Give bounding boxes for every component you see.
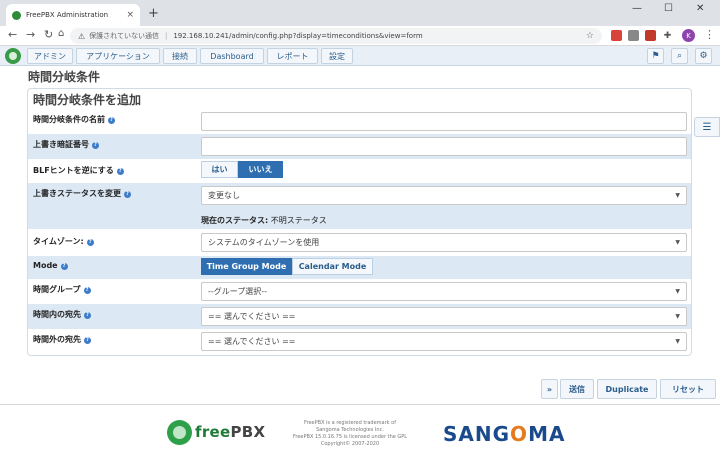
name-input[interactable]: [201, 112, 687, 131]
menu-connectivity[interactable]: 接続: [163, 48, 197, 64]
menu-dashboard[interactable]: Dashboard: [200, 48, 264, 64]
name-row: 時間分岐条件の名前?: [28, 109, 691, 134]
extension-c-icon[interactable]: [645, 30, 656, 41]
chevron-down-icon: ▼: [675, 338, 680, 345]
address-bar[interactable]: ⚠ 保護されていない通信 | 192.168.10.241/admin/conf…: [70, 28, 602, 44]
chevron-down-icon: ▼: [675, 192, 680, 199]
help-icon[interactable]: ?: [108, 117, 115, 124]
tab-close-icon[interactable]: ×: [126, 10, 134, 20]
browser-tab[interactable]: FreePBX Administration ×: [6, 4, 140, 26]
calendar-mode-toggle[interactable]: Calendar Mode: [292, 258, 373, 275]
sangoma-logo: SANGOMA: [443, 422, 566, 446]
override-code-row: 上書き暗証番号?: [28, 134, 691, 159]
maximize-button[interactable]: ☐: [664, 3, 673, 14]
override-code-label: 上書き暗証番号?: [33, 139, 99, 150]
profile-avatar[interactable]: K: [682, 29, 695, 42]
warning-icon: ⚠: [78, 31, 86, 41]
freepbx-logo-icon: [167, 420, 192, 445]
chevron-down-icon: ▼: [675, 288, 680, 295]
current-status: 現在のステータス: 不明ステータス: [201, 216, 327, 225]
override-code-input[interactable]: [201, 137, 687, 156]
blf-no-toggle[interactable]: いいえ: [238, 161, 283, 178]
menu-admin[interactable]: アドミン: [27, 48, 73, 64]
nomatch-destination-row: 時間外の宛先? == 選んでください == ▼: [28, 329, 691, 354]
help-icon[interactable]: ?: [92, 142, 99, 149]
timezone-select[interactable]: システムのタイムゾーンを使用 ▼: [201, 233, 687, 252]
override-state-label: 上書きステータスを変更?: [33, 188, 131, 199]
mode-row: Mode? Time Group Mode Calendar Mode: [28, 256, 691, 279]
time-group-select[interactable]: --グループ選択-- ▼: [201, 282, 687, 301]
close-window-button[interactable]: ✕: [696, 3, 704, 14]
not-secure-label: 保護されていない通信: [89, 32, 159, 40]
help-icon[interactable]: ?: [60, 263, 68, 270]
nomatch-destination-select[interactable]: == 選んでください == ▼: [201, 332, 687, 351]
list-view-icon[interactable]: ☰: [694, 117, 720, 137]
separator: |: [164, 32, 168, 40]
freepbx-logo-icon[interactable]: [5, 48, 21, 64]
mode-label: Mode?: [33, 261, 68, 270]
reset-button[interactable]: リセット: [660, 379, 716, 399]
menu-applications[interactable]: アプリケーション: [76, 48, 160, 64]
panel-title: 時間分岐条件を追加: [33, 93, 142, 107]
match-destination-select[interactable]: == 選んでください == ▼: [201, 307, 687, 326]
reload-icon[interactable]: ↻: [44, 28, 53, 41]
tab-title: FreePBX Administration: [26, 11, 109, 19]
puzzle-icon[interactable]: ✚: [662, 30, 673, 41]
legal-text: FreePBX is a registered trademark of San…: [292, 420, 408, 447]
name-label: 時間分岐条件の名前?: [33, 114, 115, 125]
duplicate-button[interactable]: Duplicate: [597, 379, 657, 399]
blf-yes-toggle[interactable]: はい: [201, 161, 238, 178]
nomatch-destination-label: 時間外の宛先?: [33, 334, 91, 345]
help-icon[interactable]: ?: [83, 287, 91, 294]
time-group-mode-toggle[interactable]: Time Group Mode: [201, 258, 292, 275]
gear-icon[interactable]: ⚙: [695, 48, 712, 64]
help-icon[interactable]: ?: [84, 337, 91, 344]
freepbx-favicon-icon: [12, 10, 21, 20]
chevron-down-icon: ▼: [675, 313, 680, 320]
help-icon[interactable]: ?: [84, 312, 91, 319]
freepbx-wordmark: freePBX: [195, 423, 266, 441]
match-destination-label: 時間内の宛先?: [33, 309, 91, 320]
help-icon[interactable]: ?: [86, 239, 94, 246]
url-text: 192.168.10.241/admin/config.php?display=…: [173, 32, 423, 40]
collapse-action-bar-button[interactable]: »: [541, 379, 558, 399]
back-arrow-icon[interactable]: ←: [8, 28, 17, 41]
minimize-button[interactable]: —: [632, 3, 642, 14]
bookmark-star-icon[interactable]: ☆: [586, 31, 594, 41]
help-icon[interactable]: ?: [116, 168, 124, 175]
new-tab-button[interactable]: +: [148, 6, 159, 21]
language-icon[interactable]: ⚑: [647, 48, 664, 64]
override-state-select[interactable]: 変更なし ▼: [201, 186, 687, 205]
blf-row: BLFヒントを逆にする? はい いいえ: [28, 159, 691, 183]
camera-icon[interactable]: [628, 30, 639, 41]
browser-tab-strip: FreePBX Administration × + — ☐ ✕: [0, 0, 720, 26]
menu-reports[interactable]: レポート: [267, 48, 318, 64]
freepbx-menu-bar: アドミン アプリケーション 接続 Dashboard レポート 設定 ⚑ ⌕ ⚙: [0, 46, 720, 66]
timezone-row: タイムゾーン:? システムのタイムゾーンを使用 ▼: [28, 229, 691, 256]
timezone-label: タイムゾーン:?: [33, 236, 94, 247]
help-icon[interactable]: ?: [124, 191, 131, 198]
search-icon[interactable]: ⌕: [671, 48, 688, 64]
chevron-down-icon: ▼: [675, 239, 680, 246]
override-state-row: 上書きステータスを変更? 変更なし ▼ 現在のステータス: 不明ステータス: [28, 183, 691, 229]
blf-label: BLFヒントを逆にする?: [33, 165, 124, 176]
home-icon[interactable]: ⌂: [58, 28, 64, 39]
menu-settings[interactable]: 設定: [321, 48, 353, 64]
submit-button[interactable]: 送信: [560, 379, 594, 399]
match-destination-row: 時間内の宛先? == 選んでください == ▼: [28, 304, 691, 329]
time-group-label: 時間グループ?: [33, 284, 91, 295]
extension-red-icon[interactable]: [611, 30, 622, 41]
browser-toolbar: ← → ↻ ⌂ ⚠ 保護されていない通信 | 192.168.10.241/ad…: [0, 26, 720, 46]
time-group-row: 時間グループ? --グループ選択-- ▼: [28, 279, 691, 304]
browser-menu-icon[interactable]: ⋮: [704, 28, 715, 41]
forward-arrow-icon[interactable]: →: [26, 28, 35, 41]
page-title: 時間分岐条件: [28, 70, 101, 84]
